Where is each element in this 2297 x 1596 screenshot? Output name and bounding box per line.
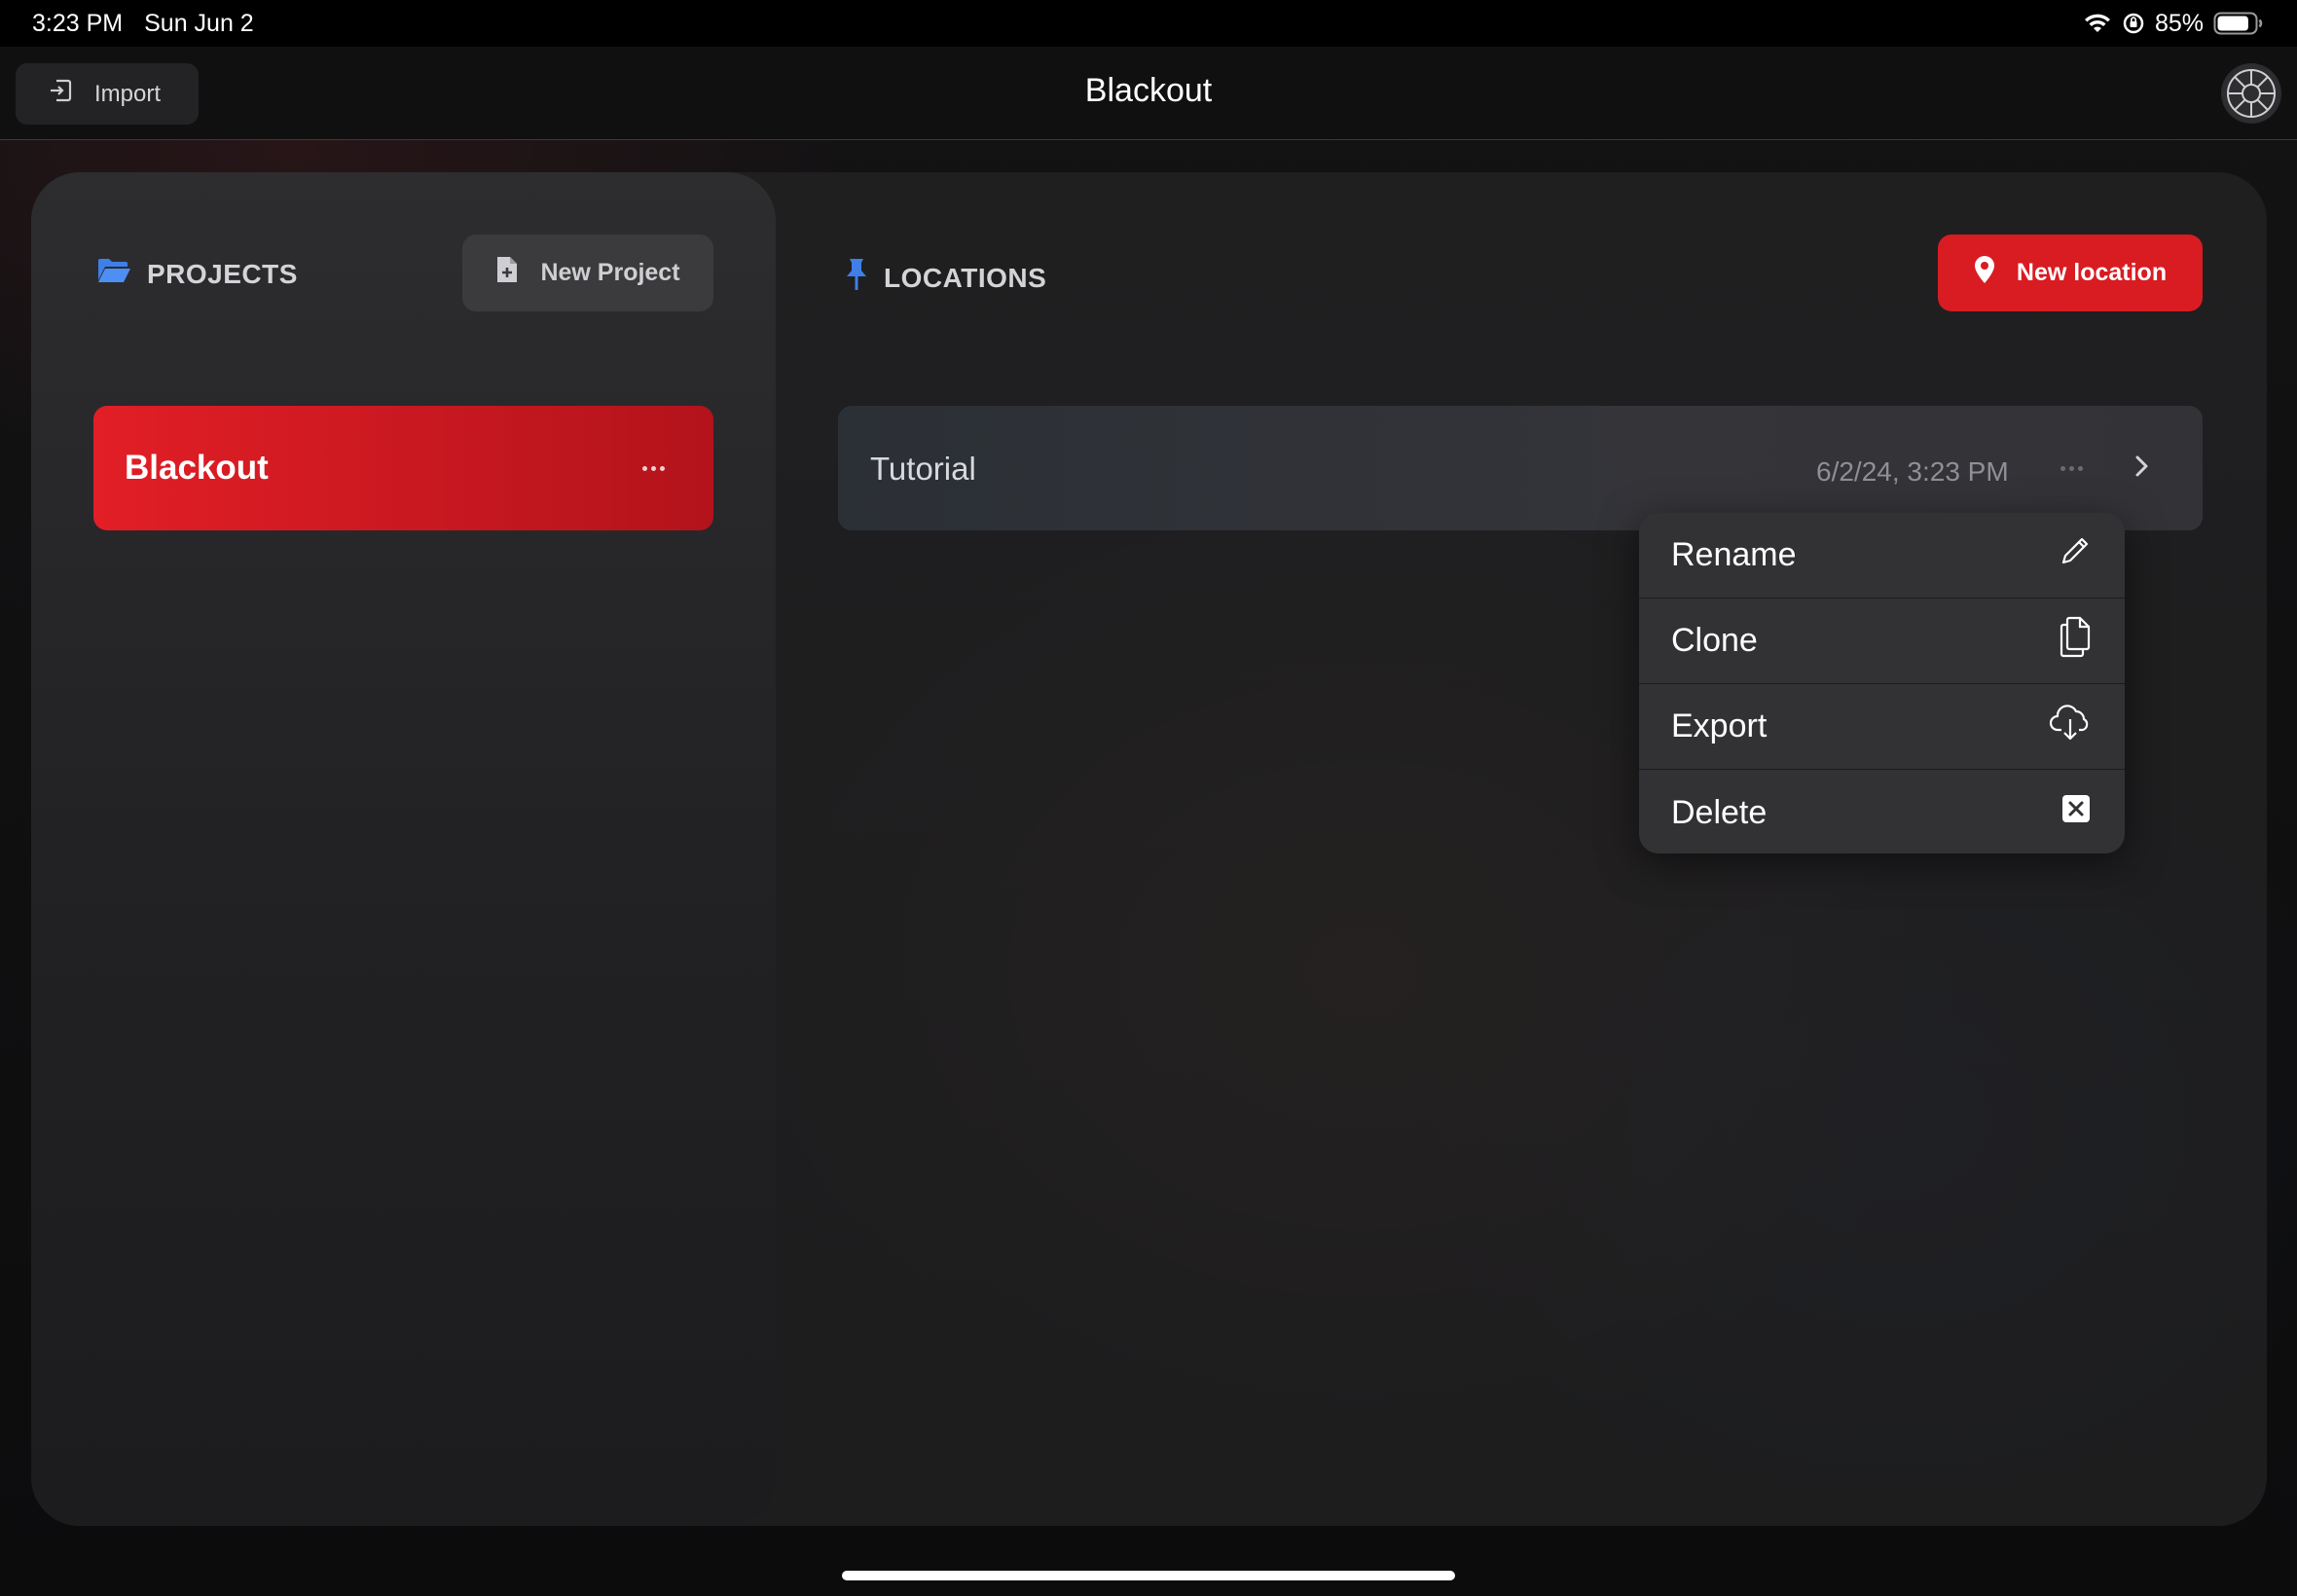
app-screen: 3:23 PM Sun Jun 2 85% Import Blackout PR… xyxy=(0,0,2297,1596)
new-location-button[interactable]: New location xyxy=(1938,235,2203,311)
menu-item-delete[interactable]: Delete xyxy=(1639,770,2125,853)
status-right: 85% xyxy=(2083,10,2264,38)
home-indicator xyxy=(842,1571,1455,1580)
location-date: 6/2/24, 3:23 PM xyxy=(1816,456,2009,487)
new-project-label: New Project xyxy=(540,259,680,286)
new-file-icon xyxy=(495,255,519,291)
status-left: 3:23 PM Sun Jun 2 xyxy=(32,10,254,38)
location-item[interactable]: Tutorial 6/2/24, 3:23 PM xyxy=(838,406,2203,530)
status-date: Sun Jun 2 xyxy=(144,9,254,37)
status-bar: 3:23 PM Sun Jun 2 85% xyxy=(0,0,2297,47)
map-pin-icon xyxy=(1974,255,1995,291)
project-name: Blackout xyxy=(125,449,269,487)
pushpin-icon xyxy=(845,257,868,299)
more-options-icon[interactable] xyxy=(2060,466,2083,471)
menu-item-label: Rename xyxy=(1671,536,1797,573)
top-bar: Import Blackout xyxy=(0,47,2297,140)
wifi-icon xyxy=(2083,12,2112,35)
menu-item-rename[interactable]: Rename xyxy=(1639,513,2125,598)
copy-icon xyxy=(2059,615,2092,667)
settings-wheel-icon[interactable] xyxy=(2221,63,2281,124)
chevron-right-icon[interactable] xyxy=(2133,452,2151,486)
pencil-icon xyxy=(2059,534,2092,576)
projects-panel xyxy=(31,172,776,1526)
orientation-lock-icon xyxy=(2122,12,2145,35)
projects-header: PROJECTS xyxy=(96,257,298,291)
battery-percent: 85% xyxy=(2154,9,2204,37)
cloud-download-icon xyxy=(2049,703,2092,750)
menu-item-clone[interactable]: Clone xyxy=(1639,598,2125,684)
delete-box-icon xyxy=(2060,793,2092,833)
locations-heading: LOCATIONS xyxy=(884,262,1047,293)
menu-item-export[interactable]: Export xyxy=(1639,684,2125,770)
menu-item-label: Clone xyxy=(1671,622,1758,659)
battery-icon xyxy=(2213,11,2264,36)
page-title: Blackout xyxy=(1084,72,1213,109)
menu-item-label: Export xyxy=(1671,707,1768,744)
status-time: 3:23 PM xyxy=(32,9,124,37)
projects-heading: PROJECTS xyxy=(147,258,298,289)
new-project-button[interactable]: New Project xyxy=(462,235,713,311)
folder-open-icon xyxy=(96,257,131,291)
context-menu: Rename Clone Export Delete xyxy=(1639,513,2125,853)
new-location-label: New location xyxy=(2016,259,2168,286)
location-name: Tutorial xyxy=(870,451,976,487)
more-options-icon[interactable] xyxy=(642,465,665,471)
locations-header: LOCATIONS xyxy=(845,257,1046,299)
project-item[interactable]: Blackout xyxy=(93,406,713,530)
menu-item-label: Delete xyxy=(1671,793,1768,831)
